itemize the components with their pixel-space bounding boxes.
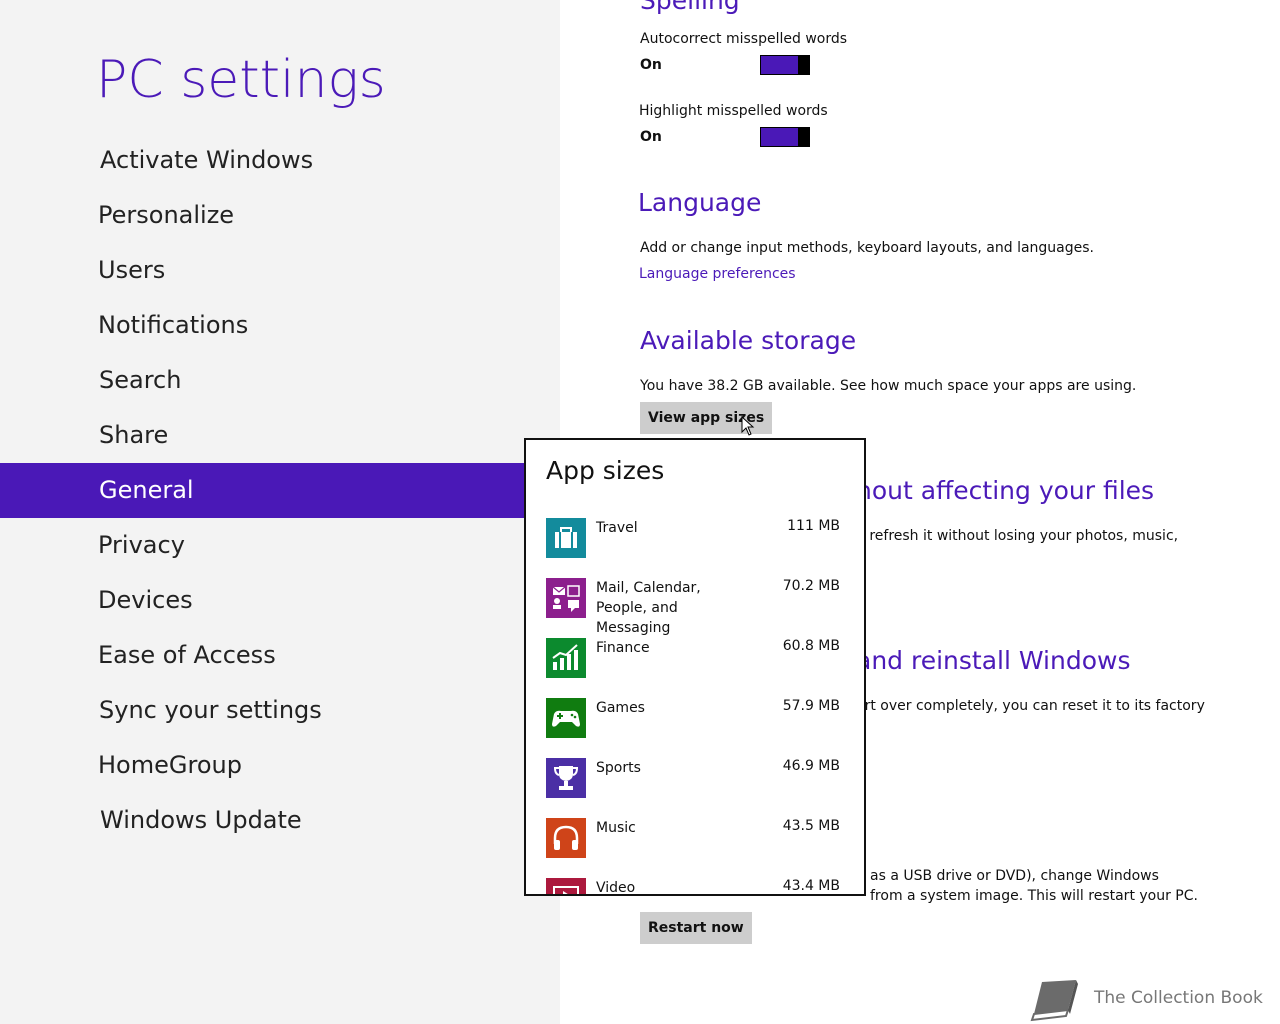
reset-description: art over completely, you can reset it to… bbox=[856, 698, 1205, 714]
left-pane: PC settings Activate Windows Personalize U… bbox=[0, 0, 560, 1024]
app-size-row-music: Music 43.5 MB bbox=[546, 818, 846, 878]
app-size-row-video: Video 43.4 MB bbox=[546, 878, 846, 896]
nav-item-sync-your-settings[interactable]: Sync your settings bbox=[0, 683, 560, 738]
advanced-description-line1: as a USB drive or DVD), change Windows bbox=[870, 868, 1159, 884]
app-size-value: 43.5 MB bbox=[782, 818, 840, 834]
app-name: Travel bbox=[596, 520, 638, 536]
suitcase-icon bbox=[546, 518, 586, 558]
nav-item-ease-of-access[interactable]: Ease of Access bbox=[0, 628, 560, 683]
app-size-value: 111 MB bbox=[787, 518, 840, 534]
storage-description: You have 38.2 GB available. See how much… bbox=[640, 378, 1137, 394]
autocorrect-toggle[interactable] bbox=[760, 55, 810, 75]
app-size-value: 46.9 MB bbox=[782, 758, 840, 774]
reset-title: and reinstall Windows bbox=[856, 646, 1131, 675]
nav-item-label: Share bbox=[99, 421, 169, 449]
app-size-value: 60.8 MB bbox=[782, 638, 840, 654]
advanced-description-line2: from a system image. This will restart y… bbox=[870, 888, 1198, 904]
nav-item-homegroup[interactable]: HomeGroup bbox=[0, 738, 560, 793]
app-name: Games bbox=[596, 700, 645, 716]
highlight-toggle[interactable] bbox=[760, 127, 810, 147]
chart-icon bbox=[546, 638, 586, 678]
page-title: PC settings bbox=[96, 50, 386, 110]
watermark-text: The Collection Book bbox=[1094, 988, 1263, 1008]
highlight-state: On bbox=[640, 129, 662, 145]
nav-item-users[interactable]: Users bbox=[0, 243, 560, 298]
nav-item-general[interactable]: General bbox=[0, 463, 560, 518]
nav-item-label: Ease of Access bbox=[98, 641, 276, 669]
watermark: The Collection Book bbox=[1028, 972, 1280, 1024]
nav-item-label: Notifications bbox=[98, 311, 249, 339]
toggle-thumb bbox=[798, 127, 809, 147]
app-sizes-flyout: App sizes Travel 111 MB Mail, Calendar, Pe… bbox=[524, 438, 866, 896]
app-name: Mail, Calendar, People, and Messaging bbox=[596, 580, 701, 636]
app-size-row-travel: Travel 111 MB bbox=[546, 518, 846, 578]
app-size-value: 70.2 MB bbox=[782, 578, 840, 594]
nav-item-personalize[interactable]: Personalize bbox=[0, 188, 560, 243]
nav-item-label: Devices bbox=[98, 586, 193, 614]
app-name: Video bbox=[596, 880, 636, 896]
nav-item-label: Users bbox=[98, 256, 166, 284]
nav-item-label: Privacy bbox=[98, 531, 185, 559]
app-size-value: 57.9 MB bbox=[782, 698, 840, 714]
app-name: Finance bbox=[596, 640, 650, 656]
nav-item-notifications[interactable]: Notifications bbox=[0, 298, 560, 353]
autocorrect-state: On bbox=[640, 57, 662, 73]
app-size-row-games: Games 57.9 MB bbox=[546, 698, 846, 758]
app-size-row-sports: Sports 46.9 MB bbox=[546, 758, 846, 818]
nav-item-label: Activate Windows bbox=[100, 146, 314, 174]
nav-item-privacy[interactable]: Privacy bbox=[0, 518, 560, 573]
trophy-icon bbox=[546, 758, 586, 798]
refresh-description: n refresh it without losing your photos,… bbox=[856, 528, 1179, 544]
refresh-title: hout affecting your files bbox=[856, 476, 1155, 505]
highlight-label: Highlight misspelled words bbox=[639, 103, 828, 119]
nav-item-label: Windows Update bbox=[100, 806, 302, 834]
language-preferences-link[interactable]: Language preferences bbox=[639, 266, 796, 282]
autocorrect-label: Autocorrect misspelled words bbox=[640, 31, 848, 47]
nav-item-label: Search bbox=[99, 366, 182, 394]
nav-item-devices[interactable]: Devices bbox=[0, 573, 560, 628]
mail-calendar-people-icon bbox=[546, 578, 586, 618]
nav-item-label: General bbox=[99, 476, 194, 504]
restart-now-button[interactable]: Restart now bbox=[640, 912, 752, 944]
app-name: Sports bbox=[596, 760, 641, 776]
app-name: Music bbox=[596, 820, 636, 836]
toggle-thumb bbox=[798, 55, 809, 75]
nav-item-activate-windows[interactable]: Activate Windows bbox=[0, 133, 560, 188]
headphones-icon bbox=[546, 818, 586, 858]
storage-title: Available storage bbox=[640, 326, 857, 355]
nav-item-search[interactable]: Search bbox=[0, 353, 560, 408]
gamepad-icon bbox=[546, 698, 586, 738]
language-title: Language bbox=[638, 188, 762, 217]
video-icon bbox=[546, 878, 586, 894]
app-size-row-finance: Finance 60.8 MB bbox=[546, 638, 846, 698]
nav-item-share[interactable]: Share bbox=[0, 408, 560, 463]
spelling-title: Spelling bbox=[640, 0, 740, 15]
nav-item-windows-update[interactable]: Windows Update bbox=[0, 793, 560, 848]
app-size-value: 43.4 MB bbox=[782, 878, 840, 894]
app-sizes-title: App sizes bbox=[546, 456, 665, 485]
mouse-cursor-icon bbox=[741, 416, 755, 436]
book-icon bbox=[1030, 980, 1078, 1022]
nav-item-label: Sync your settings bbox=[99, 696, 322, 724]
nav-item-label: Personalize bbox=[98, 201, 235, 229]
app-size-row-mail: Mail, Calendar, People, and Messaging 70.… bbox=[546, 578, 846, 638]
nav-item-label: HomeGroup bbox=[98, 751, 242, 779]
language-description: Add or change input methods, keyboard la… bbox=[640, 240, 1094, 256]
